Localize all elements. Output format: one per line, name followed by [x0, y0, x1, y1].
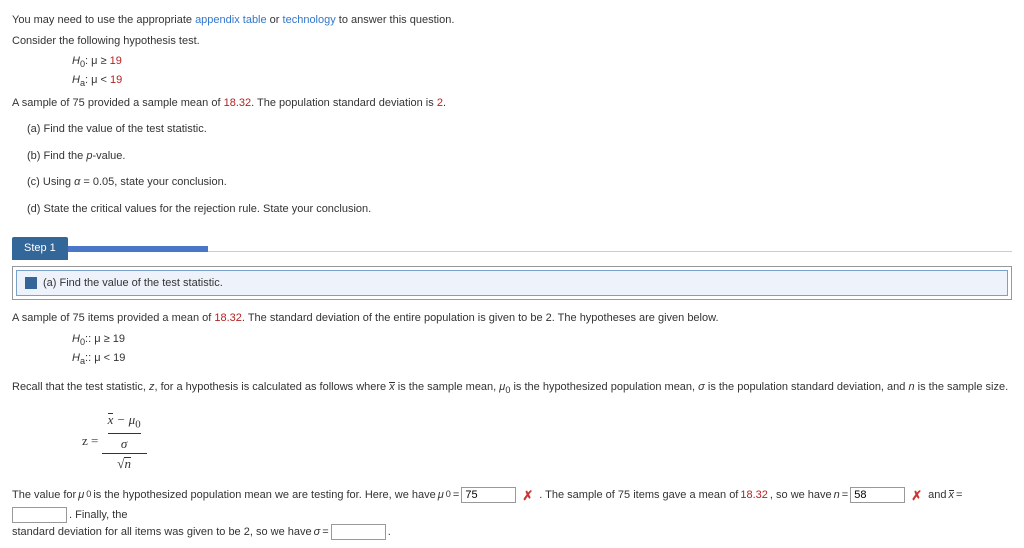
- question-a: (a) Find the value of the test statistic…: [27, 121, 1012, 138]
- t: a: [80, 356, 85, 366]
- t: : μ ≥: [88, 333, 113, 345]
- t: 0: [80, 337, 85, 347]
- t: . The sample of 75 items gave a mean of: [539, 487, 738, 504]
- txt: You may need to use the appropriate: [12, 14, 195, 26]
- t: (b) Find the: [27, 150, 86, 162]
- t: (c) Using: [27, 176, 74, 188]
- sample-line: A sample of 75 provided a sample mean of…: [12, 95, 1012, 112]
- wrong-icon: ✗: [522, 486, 533, 506]
- t: standard deviation for all items was giv…: [12, 524, 312, 541]
- mu: μ: [438, 487, 444, 504]
- mu: μ: [78, 487, 84, 504]
- t: is the sample mean,: [395, 381, 500, 393]
- final-line-1: The value for μ0 is the hypothesized pop…: [12, 486, 1012, 524]
- t: =: [322, 524, 328, 541]
- step-marker-icon: [25, 277, 37, 289]
- wrong-icon: ✗: [911, 486, 922, 506]
- step-p2: Recall that the test statistic, z, for a…: [12, 379, 1012, 398]
- step-bar: Step 1: [12, 237, 1012, 260]
- ha-h: H: [72, 74, 80, 86]
- t: H: [72, 333, 80, 345]
- n: n: [834, 487, 840, 504]
- hypothesis-ha: Ha: μ < 19: [72, 72, 1012, 91]
- h0-h: H: [72, 55, 80, 67]
- final-line-2: standard deviation for all items was giv…: [12, 524, 1012, 541]
- input-xbar[interactable]: [12, 507, 67, 523]
- xbar: x: [949, 490, 955, 501]
- input-sigma[interactable]: [331, 524, 386, 540]
- s: 0: [446, 488, 451, 502]
- hypothesis-h0: H0: μ ≥ 19: [72, 53, 1012, 72]
- t: A sample of 75 provided a sample mean of: [12, 97, 224, 109]
- t: .: [443, 97, 446, 109]
- t: The value for: [12, 487, 76, 504]
- sig: σ: [698, 381, 705, 393]
- t: is the hypothesized population mean we a…: [93, 487, 435, 504]
- ha-sym: : μ <: [85, 74, 110, 86]
- input-mu0[interactable]: [461, 487, 516, 503]
- question-c: (c) Using α = 0.05, state your conclusio…: [27, 174, 1012, 191]
- intro-line-1: You may need to use the appropriate appe…: [12, 12, 1012, 29]
- step-progress: [68, 246, 208, 252]
- step-tab[interactable]: Step 1: [12, 237, 68, 260]
- t: . The standard deviation of the entire p…: [242, 312, 719, 324]
- mean-val: 18.32: [224, 97, 252, 109]
- sqrt: √: [117, 456, 124, 471]
- step-content: (a) Find the value of the test statistic…: [12, 266, 1012, 301]
- num: x − μ0 σ: [108, 410, 141, 453]
- t: 19: [113, 333, 125, 345]
- step-hyp-ha: Ha:: μ < 19: [72, 350, 1012, 369]
- t: is the sample size.: [915, 381, 1009, 393]
- question-b: (b) Find the p-value.: [27, 148, 1012, 165]
- sig: σ: [314, 524, 321, 541]
- step-header-text: (a) Find the value of the test statistic…: [43, 277, 223, 289]
- v: 18.32: [740, 487, 768, 504]
- t: : μ <: [88, 352, 113, 364]
- v: 18.32: [214, 312, 242, 324]
- s: 0: [135, 418, 140, 430]
- appendix-table-link[interactable]: appendix table: [195, 14, 267, 26]
- t: -value.: [92, 150, 125, 162]
- t: is the hypothesized population mean,: [510, 381, 698, 393]
- t: = 0.05, state your conclusion.: [80, 176, 226, 188]
- t: 19: [113, 352, 125, 364]
- t: =: [956, 487, 962, 504]
- n: n: [124, 457, 131, 470]
- t: , for a hypothesis is calculated as foll…: [154, 381, 389, 393]
- z-eq: z =: [82, 433, 102, 448]
- sig: σ: [121, 436, 127, 451]
- step-track: [208, 246, 1012, 252]
- t: is the population standard deviation, an…: [705, 381, 909, 393]
- h0-sym: : μ ≥: [85, 55, 110, 67]
- t: . Finally, the: [69, 507, 128, 524]
- h0-val: 19: [110, 55, 122, 67]
- t: , so we have: [770, 487, 832, 504]
- t: Recall that the test statistic,: [12, 381, 149, 393]
- t: . The population standard deviation is: [251, 97, 437, 109]
- m: − μ: [113, 412, 135, 427]
- t: =: [842, 487, 848, 504]
- txt: to answer this question.: [336, 14, 455, 26]
- step-header: (a) Find the value of the test statistic…: [16, 270, 1008, 297]
- question-d: (d) State the critical values for the re…: [27, 201, 1012, 218]
- t: .: [388, 524, 391, 541]
- intro-line-2: Consider the following hypothesis test.: [12, 33, 1012, 50]
- technology-link[interactable]: technology: [283, 14, 336, 26]
- txt: or: [267, 14, 283, 26]
- s: 0: [86, 488, 91, 502]
- input-n[interactable]: [850, 487, 905, 503]
- ha-val: 19: [110, 74, 122, 86]
- t: and: [928, 487, 946, 504]
- step-p1: A sample of 75 items provided a mean of …: [12, 310, 1012, 327]
- step-hyp-h0: H0:: μ ≥ 19: [72, 331, 1012, 350]
- t: A sample of 75 items provided a mean of: [12, 312, 214, 324]
- t: H: [72, 352, 80, 364]
- t: =: [453, 487, 459, 504]
- formula: z = x − μ0 σ √n: [82, 410, 1012, 474]
